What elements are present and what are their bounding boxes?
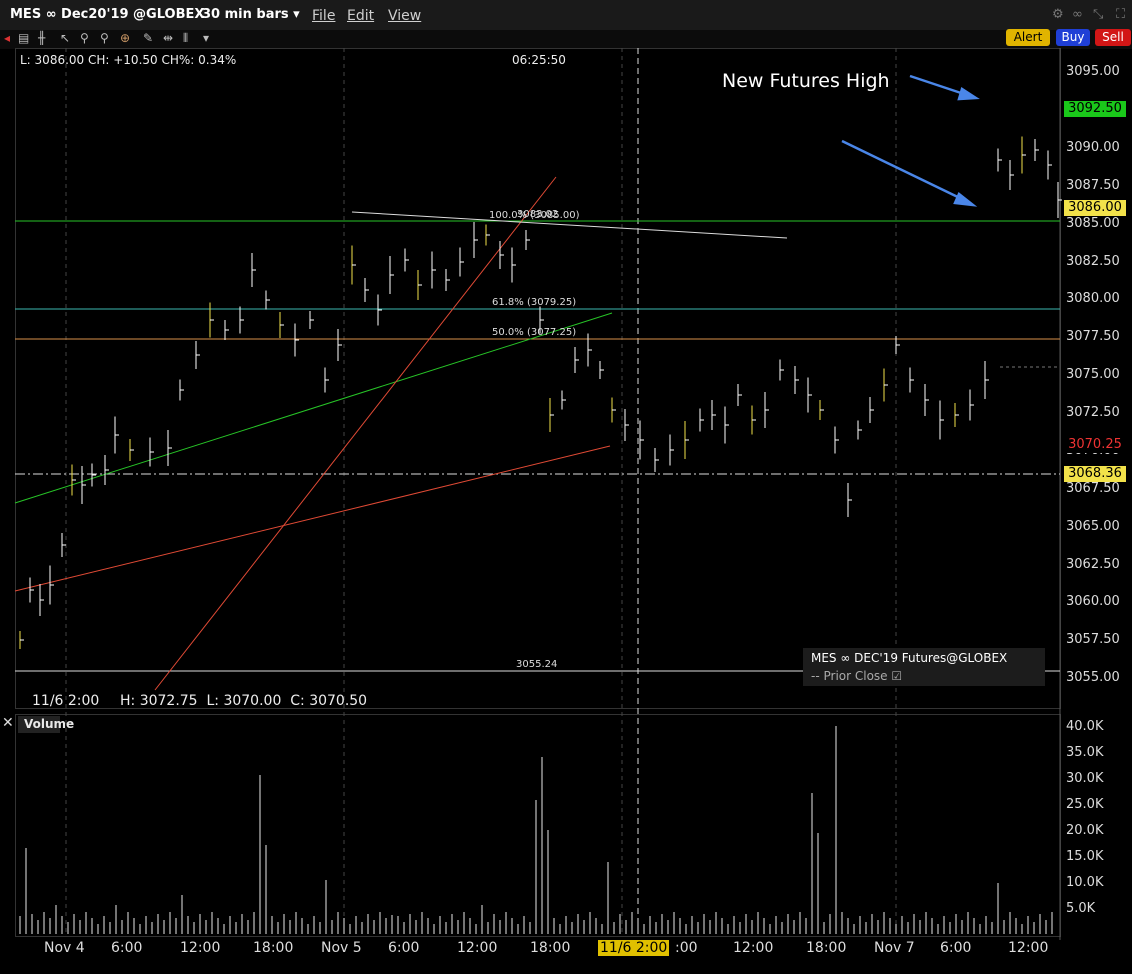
volume-title: Volume <box>18 716 74 733</box>
clock-label: 06:25:50 <box>512 53 566 67</box>
price-tick-label: 3060.00 <box>1066 594 1120 609</box>
price-tick-label: 3072.50 <box>1066 405 1120 420</box>
time-tick-label: 6:00 <box>940 940 972 956</box>
day-separators <box>65 48 897 936</box>
price-tick-label: 3075.00 <box>1066 367 1120 382</box>
price-tick-label: 3085.00 <box>1066 216 1120 231</box>
volume-panel-border <box>15 714 1061 937</box>
red-trendline <box>14 445 611 592</box>
time-tick-label: 12:00 <box>457 940 498 956</box>
last-price-info: L: 3086.00 CH: +10.50 CH%: 0.34% <box>20 53 237 67</box>
cursor-price-tag: 3070.25 <box>1064 437 1126 453</box>
hover-ohlc: H: 3072.75 L: 3070.00 C: 3070.50 <box>120 693 368 709</box>
volume-tick-label: 15.0K <box>1066 849 1104 864</box>
volume-tick-label: 30.0K <box>1066 771 1104 786</box>
fib-50-label: 50.0% (3077.25) <box>492 327 577 338</box>
hover-time: 11/6 2:00 <box>32 693 100 709</box>
time-tick-label: Nov 7 <box>874 940 915 956</box>
volume-tick-label: 20.0K <box>1066 823 1104 838</box>
time-tick-label: 11/6 2:00 <box>598 940 670 956</box>
time-tick-label: 6:00 <box>111 940 143 956</box>
volume-tick-label: 40.0K <box>1066 719 1104 734</box>
time-tick-label: Nov 4 <box>44 940 85 956</box>
price-tick-label: 3065.00 <box>1066 519 1120 534</box>
price-tick-label: 3080.00 <box>1066 291 1120 306</box>
fib-100b-label: 3083.02 <box>517 209 559 220</box>
price-tick-label: 3095.00 <box>1066 64 1120 79</box>
volume-tick-label: 35.0K <box>1066 745 1104 760</box>
price-tick-label: 3057.50 <box>1066 632 1120 647</box>
steep-trendline <box>154 176 557 691</box>
last-price-tag: 3086.00 <box>1064 200 1126 216</box>
price-chart[interactable]: ✕ <box>0 0 1132 974</box>
time-tick-label: 12:00 <box>1008 940 1049 956</box>
price-tick-label: 3077.50 <box>1066 329 1120 344</box>
time-tick-label: Nov 5 <box>321 940 362 956</box>
legend-box[interactable]: MES ∞ DEC'19 Futures@GLOBEX -- Prior Clo… <box>803 648 1045 686</box>
time-tick-label: 6:00 <box>388 940 420 956</box>
time-tick-label: 18:00 <box>806 940 847 956</box>
legend-instrument: MES ∞ DEC'19 Futures@GLOBEX <box>811 651 1008 665</box>
annotation-arrows <box>841 74 980 207</box>
price-tick-label: 3055.00 <box>1066 670 1120 685</box>
price-panel-border <box>15 48 1061 709</box>
high-price-tag: 3092.50 <box>1064 101 1126 117</box>
line-price-tag: 3068.36 <box>1064 466 1126 482</box>
close-volume-icon: ✕ <box>2 715 14 731</box>
price-tick-label: 3082.50 <box>1066 254 1120 269</box>
fib-618-label: 61.8% (3079.25) <box>492 297 577 308</box>
price-tick-label: 3062.50 <box>1066 557 1120 572</box>
price-tick-label: 3067.50 <box>1066 481 1120 496</box>
volume-tick-label: 10.0K <box>1066 875 1104 890</box>
time-tick-label: :00 <box>675 940 698 956</box>
time-tick-label: 12:00 <box>180 940 221 956</box>
time-tick-label: 18:00 <box>253 940 294 956</box>
time-tick-label: 12:00 <box>733 940 774 956</box>
time-tick-label: 18:00 <box>530 940 571 956</box>
volume-tick-label: 5.0K <box>1066 901 1096 916</box>
prior-close-label: Prior Close <box>823 669 888 683</box>
annotation-text: New Futures High <box>722 70 890 92</box>
price-tick-label: 3087.50 <box>1066 178 1120 193</box>
fib-low-label: 3055.24 <box>516 659 558 670</box>
volume-tick-label: 25.0K <box>1066 797 1104 812</box>
volume-bars <box>19 726 1053 934</box>
legend-prior-close[interactable]: -- Prior Close ☑ <box>811 669 902 683</box>
price-tick-label: 3090.00 <box>1066 140 1120 155</box>
